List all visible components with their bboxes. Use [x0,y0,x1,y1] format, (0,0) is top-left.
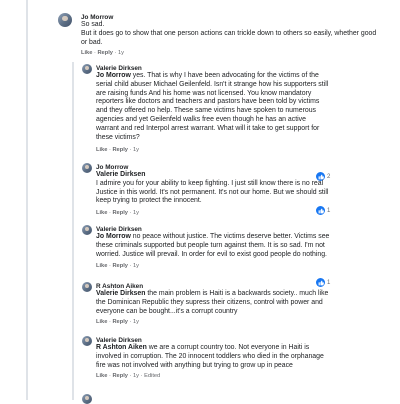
avatar[interactable] [82,336,92,346]
reply-button[interactable]: Reply [112,147,128,153]
reply-button[interactable]: Reply [112,263,128,269]
reply-button[interactable]: Reply [112,373,128,379]
reply-thread-line [72,62,74,400]
reply-button[interactable]: Reply [112,319,128,325]
comment-meta: Like · Reply · 1y [96,319,140,326]
avatar[interactable] [82,394,92,404]
comment-time[interactable]: 1y [118,50,124,56]
comment-body: no peace without justice. The victims de… [96,233,330,258]
reaction-summary[interactable]: 1 [316,206,330,215]
comment-time[interactable]: 1y [133,147,139,153]
avatar[interactable] [82,64,92,74]
comment-time[interactable]: 1y [133,373,139,379]
mention-link[interactable]: R Ashton Aiken [96,344,147,351]
comment-time[interactable]: 1y [133,263,139,269]
comment-author[interactable]: Jo Morrow [81,14,381,21]
comment-meta: Like · Reply · 1y [96,210,140,217]
like-button[interactable]: Like [96,147,107,153]
comment-body: I admire you for your ability to keep fi… [96,179,329,205]
like-button[interactable]: Like [96,263,107,269]
mention-link[interactable]: Jo Morrow [96,72,131,79]
comment-author[interactable]: R Ashton Aiken [96,283,330,290]
comment-text-line-2: But it does go to show that one person a… [81,29,377,46]
comment-author[interactable]: Valerie Dirksen [96,337,330,344]
avatar[interactable] [82,282,92,292]
comment-text: R Ashton Aiken we are a corrupt country … [96,344,330,370]
comment-text: Jo Morrow no peace without justice. The … [96,233,330,259]
avatar[interactable] [82,163,92,173]
thread-line [26,0,28,400]
avatar[interactable] [58,13,72,27]
reply-button[interactable]: Reply [112,210,128,216]
comment-time[interactable]: 1y [133,210,139,216]
comment-text: Jo Morrow yes. That is why I have been a… [96,72,330,143]
mention-link[interactable]: Valerie Dirksen [96,290,145,297]
thumbs-up-icon [316,206,325,215]
comment-meta: Like · Reply · 1y [96,263,140,270]
comment-text-line-1: So sad. [81,21,105,28]
comment-text: Valerie Dirksen the main problem is Hait… [96,290,330,316]
comment-meta: Like · Reply · 1y [96,146,140,153]
like-button[interactable]: Like [81,50,92,56]
mention-link[interactable]: Valerie Dirksen [96,171,330,180]
comment-time[interactable]: 1y [133,319,139,325]
comment-author[interactable]: Jo Morrow [96,164,330,171]
mention-link[interactable]: Jo Morrow [96,233,131,240]
reply-button[interactable]: Reply [97,50,113,56]
reaction-count: 1 [327,207,331,214]
comment-body: yes. That is why I have been advocating … [96,72,329,141]
comment-author[interactable]: Valerie Dirksen [96,65,330,72]
edited-label[interactable]: Edited [144,373,160,379]
comment-author[interactable]: Valerie Dirksen [96,226,330,233]
avatar[interactable] [82,225,92,235]
comment-meta: Like · Reply · 1y [81,50,125,57]
like-button[interactable]: Like [96,210,107,216]
comment-meta: Like · Reply · 1y · Edited [96,373,161,380]
like-button[interactable]: Like [96,319,107,325]
like-button[interactable]: Like [96,373,107,379]
